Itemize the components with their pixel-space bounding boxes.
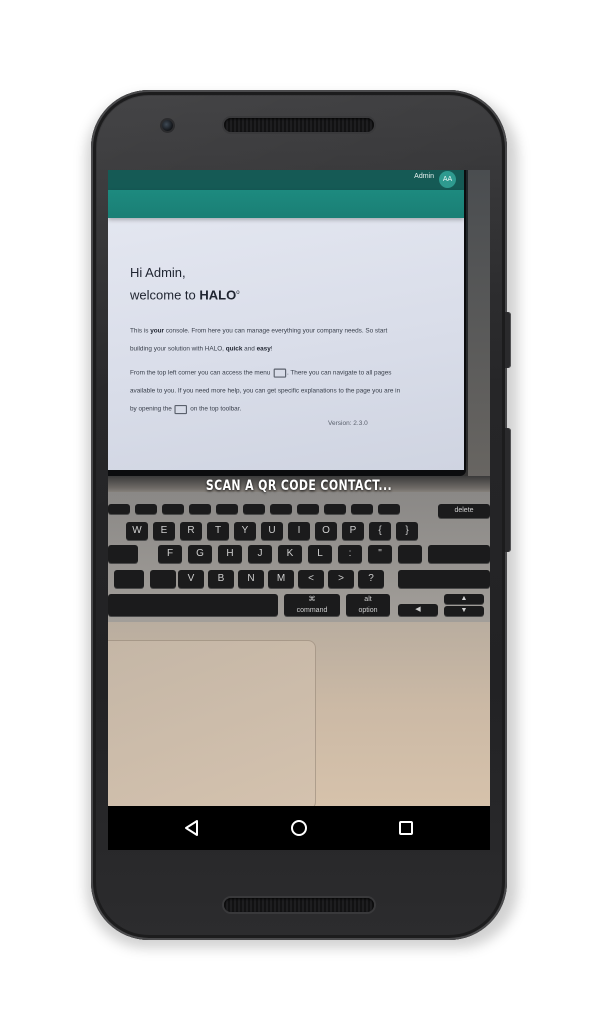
key: P (342, 522, 364, 540)
key: G (188, 545, 212, 563)
user-name: Admin (414, 173, 434, 180)
key: } (396, 522, 418, 540)
key: delete (438, 504, 490, 518)
key (108, 594, 278, 616)
key (428, 545, 490, 563)
greeting-line: Hi Admin, (130, 265, 186, 280)
keyboard: delete W E R T Y U I O P { } F G H J K L… (108, 500, 490, 630)
help-paragraph: From the top left corner you can access … (130, 364, 401, 419)
key: ? (358, 570, 384, 588)
key: " (368, 545, 392, 563)
version-label: Version: 2.3.0 (328, 420, 368, 427)
key (378, 504, 400, 514)
intro-text-b: your (150, 327, 165, 335)
key: J (248, 545, 272, 563)
key: < (298, 570, 324, 588)
brand-mark: o (236, 290, 240, 296)
alt-label: alt (364, 596, 372, 603)
key: M (268, 570, 294, 588)
halo-header-strip (108, 190, 464, 218)
option-label: option (358, 607, 378, 614)
key: I (288, 522, 310, 540)
navigation-bar (108, 806, 490, 850)
back-icon (185, 820, 198, 836)
front-camera (162, 120, 173, 131)
key: E (153, 522, 175, 540)
key (108, 545, 138, 563)
recents-icon (399, 821, 413, 835)
key: B (208, 570, 234, 588)
intro-text-a: This is (130, 327, 151, 335)
key (189, 504, 211, 514)
key (108, 504, 130, 514)
key: K (278, 545, 302, 563)
volume-button (505, 428, 511, 552)
brand-name: HALO (199, 287, 237, 303)
key: R (180, 522, 202, 540)
key: O (315, 522, 337, 540)
halo-topbar: Admin AA (108, 170, 464, 190)
key: alt option (346, 594, 390, 616)
help-text-a: From the top left corner you can access … (130, 369, 273, 377)
top-speaker (224, 118, 374, 132)
key (114, 570, 144, 588)
home-icon (291, 820, 307, 836)
intro-paragraph: This is your console. From here you can … (130, 322, 401, 358)
key: H (218, 545, 242, 563)
bottom-speaker (224, 898, 374, 912)
key: : (338, 545, 362, 563)
key: { (369, 522, 391, 540)
command-label: command (296, 607, 328, 614)
back-button[interactable] (162, 806, 222, 850)
laptop-bezel: Admin AA Hi Admin, welcome to HALOo This… (108, 170, 466, 476)
recents-button[interactable] (376, 806, 436, 850)
key: T (207, 522, 229, 540)
avatar: AA (439, 171, 456, 188)
phone-screen: Admin AA Hi Admin, welcome to HALOo This… (108, 170, 490, 850)
intro-text-g: ! (270, 345, 273, 353)
intro-text-d: quick (225, 345, 243, 353)
home-button[interactable] (269, 806, 329, 850)
key: F (158, 545, 182, 563)
key: U (261, 522, 283, 540)
camera-viewfinder[interactable]: Admin AA Hi Admin, welcome to HALOo This… (108, 170, 490, 806)
key (297, 504, 319, 514)
key (398, 545, 422, 563)
key (351, 504, 373, 514)
key (270, 504, 292, 514)
key (135, 504, 157, 514)
welcome-heading: Hi Admin, welcome to HALOo (130, 262, 240, 305)
menu-icon (273, 368, 286, 378)
intro-text-e: and (242, 345, 257, 353)
key: ▲ (444, 594, 484, 604)
help-icon (174, 404, 188, 414)
key (324, 504, 346, 514)
key: Y (234, 522, 256, 540)
key (243, 504, 265, 514)
welcome-prefix: welcome to (130, 287, 200, 303)
key: > (328, 570, 354, 588)
welcome-line: welcome to HALOo (130, 283, 240, 305)
command-symbol: ⌘ (308, 596, 316, 603)
key: V (178, 570, 204, 588)
key: ⌘ command (284, 594, 340, 616)
key (162, 504, 184, 514)
help-text-c: on the top toolbar. (188, 406, 242, 414)
key (216, 504, 238, 514)
laptop-trackpad (108, 640, 316, 806)
key: ◀ (398, 604, 438, 616)
key (398, 570, 490, 588)
intro-text-f: easy (256, 345, 271, 353)
scan-prompt: Scan a QR code contact... (205, 478, 393, 494)
key: L (308, 545, 332, 563)
key (150, 570, 176, 588)
power-button (505, 312, 511, 368)
key: ▼ (444, 606, 484, 616)
key: N (238, 570, 264, 588)
key: W (126, 522, 148, 540)
laptop-display: Admin AA Hi Admin, welcome to HALOo This… (108, 170, 464, 470)
background-wall (468, 170, 490, 500)
